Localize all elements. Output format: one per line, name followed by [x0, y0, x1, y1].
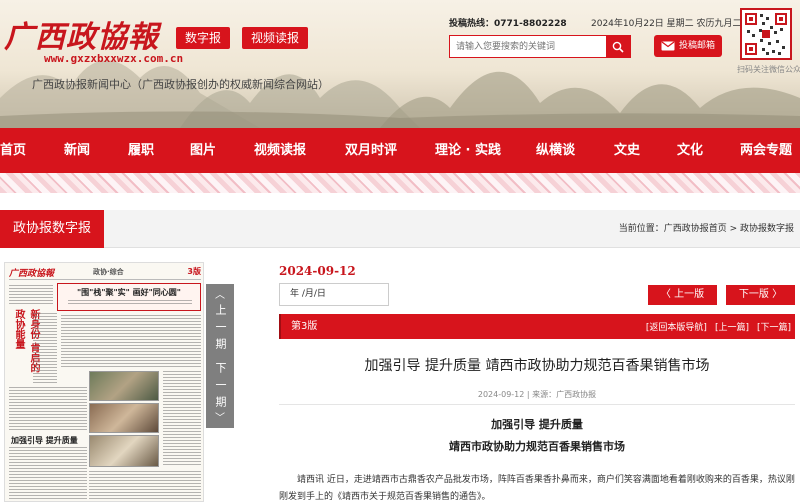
main-nav: 首页 新闻 履职 图片 视频读报 双月时评 理论 · 实践 纵横谈 文史 文化 … — [0, 128, 800, 173]
section-bar: 政协报数字报 当前位置：广西政协报首页 > 政协报数字报 — [0, 210, 800, 248]
submit-email-button[interactable]: 投稿邮箱 — [654, 35, 722, 57]
search-button[interactable] — [606, 36, 630, 57]
next-article-link[interactable]: [下一篇] — [753, 320, 795, 333]
paper-red-headline-2: 加强引导 提升质量 — [11, 436, 78, 445]
nav-bimonthly-review[interactable]: 双月时评 — [345, 128, 397, 173]
qr-caption: 扫码关注微信公众号 — [737, 65, 800, 74]
paper-photo-1 — [89, 371, 159, 401]
paper-page-number: 3版 — [187, 267, 201, 276]
edition-name: 第3版 — [291, 321, 318, 332]
nav-photos[interactable]: 图片 — [190, 128, 216, 173]
breadcrumb-label: 当前位置： — [618, 224, 664, 234]
back-to-edition-link[interactable]: [返回本版导航] — [642, 320, 711, 333]
paper-headline: "围"栈"聚"实" 画好"同心圆" — [77, 288, 181, 297]
nav-history[interactable]: 文史 — [614, 128, 640, 173]
issue-date: 2024-09-12 — [279, 264, 356, 278]
site-subtitle: 广西政协报新闻中心（广西政协报创办的权威新闻综合网站） — [32, 78, 329, 91]
nav-culture[interactable]: 文化 — [677, 128, 703, 173]
site-url: www.gxzxbxxwzx.com.cn — [44, 52, 184, 65]
nav-news[interactable]: 新闻 — [64, 128, 90, 173]
hotline: 投稿热线：0771-8802228 — [449, 16, 567, 29]
article-body: 靖西讯 近日，走进靖西市古鼎香农产品批发市场，阵阵百香果香扑鼻而来，商户们笑容满… — [279, 475, 795, 502]
site-logo[interactable]: 广西政協報 — [4, 12, 159, 56]
edition-nav: [返回本版导航] [上一篇] [下一篇] — [642, 314, 795, 339]
article-title: 加强引导 提升质量 靖西市政协助力规范百香果销售市场 — [364, 358, 710, 374]
breadcrumb-path[interactable]: 广西政协报首页 > 政协报数字报 — [664, 224, 794, 234]
hotline-number: 0771-8802228 — [494, 19, 567, 29]
newspaper-page-thumbnail[interactable]: 广西政協報 政协·综合 3版 "围"栈"聚"实" 画好"同心圆" 新身份 肯启的… — [4, 262, 204, 502]
paper-masthead: 广西政協報 政协·综合 3版 — [9, 266, 201, 280]
paper-headline-box: "围"栈"聚"实" 画好"同心圆" — [57, 283, 201, 311]
prev-issue-button[interactable]: ︿ 上一期 — [206, 284, 234, 360]
current-date: 2024年10月22日 星期二 农历九月二十 — [591, 19, 751, 29]
paper-photo-3 — [89, 435, 159, 467]
site-header: 广西政協報 www.gxzxbxxwzx.com.cn 广西政协报新闻中心（广西… — [0, 0, 800, 128]
breadcrumb: 当前位置：广西政协报首页 > 政协报数字报 — [619, 210, 794, 248]
mail-label: 投稿邮箱 — [678, 41, 715, 51]
divider — [279, 404, 795, 405]
edition-bar: 第3版 [返回本版导航] [上一篇] [下一篇] — [279, 314, 795, 339]
next-issue-label: 下一期 — [214, 362, 227, 413]
nav-commentary[interactable]: 纵横谈 — [536, 128, 575, 173]
search-box — [449, 35, 631, 58]
hotline-label: 投稿热线： — [449, 19, 495, 29]
paper-column: 政协·综合 — [93, 268, 124, 276]
mail-icon — [661, 41, 675, 51]
nav-two-sessions[interactable]: 两会专题 — [740, 128, 792, 173]
qr-code-image — [744, 12, 788, 56]
video-reading-button[interactable]: 视频读报 — [242, 27, 309, 49]
digital-paper-button[interactable]: 数字报 — [176, 27, 231, 49]
chevron-down-icon: ﹀ — [215, 413, 225, 424]
search-icon — [612, 41, 624, 53]
next-issue-button[interactable]: 下一期 ﹀ — [206, 352, 234, 428]
prev-article-link[interactable]: [上一篇] — [711, 320, 753, 333]
search-input[interactable] — [450, 36, 606, 57]
next-page-button[interactable]: 下一版 〉 — [726, 285, 795, 305]
nav-duty[interactable]: 履职 — [128, 128, 154, 173]
prev-issue-label: 上一期 — [214, 304, 227, 355]
section-title: 政协报数字报 — [0, 210, 104, 248]
paper-photo-2 — [89, 403, 159, 433]
decorative-pattern — [0, 173, 800, 193]
date-picker-input[interactable]: 年 /月/日 — [279, 283, 389, 306]
article-subheading-2: 靖西市政协助力规范百香果销售市场 — [449, 440, 625, 453]
article-meta: 2024-09-12 | 来源：广西政协报 — [477, 390, 597, 399]
nav-home[interactable]: 首页 — [0, 128, 26, 173]
nav-video-reading[interactable]: 视频读报 — [254, 128, 306, 173]
chevron-up-icon: ︿ — [215, 290, 225, 301]
qr-code — [740, 8, 792, 60]
nav-theory-practice[interactable]: 理论 · 实践 — [435, 128, 501, 173]
prev-page-button[interactable]: 〈 上一版 — [648, 285, 717, 305]
paper-logo: 广西政協報 — [9, 269, 55, 279]
article-subheading-1: 加强引导 提升质量 — [491, 418, 583, 431]
